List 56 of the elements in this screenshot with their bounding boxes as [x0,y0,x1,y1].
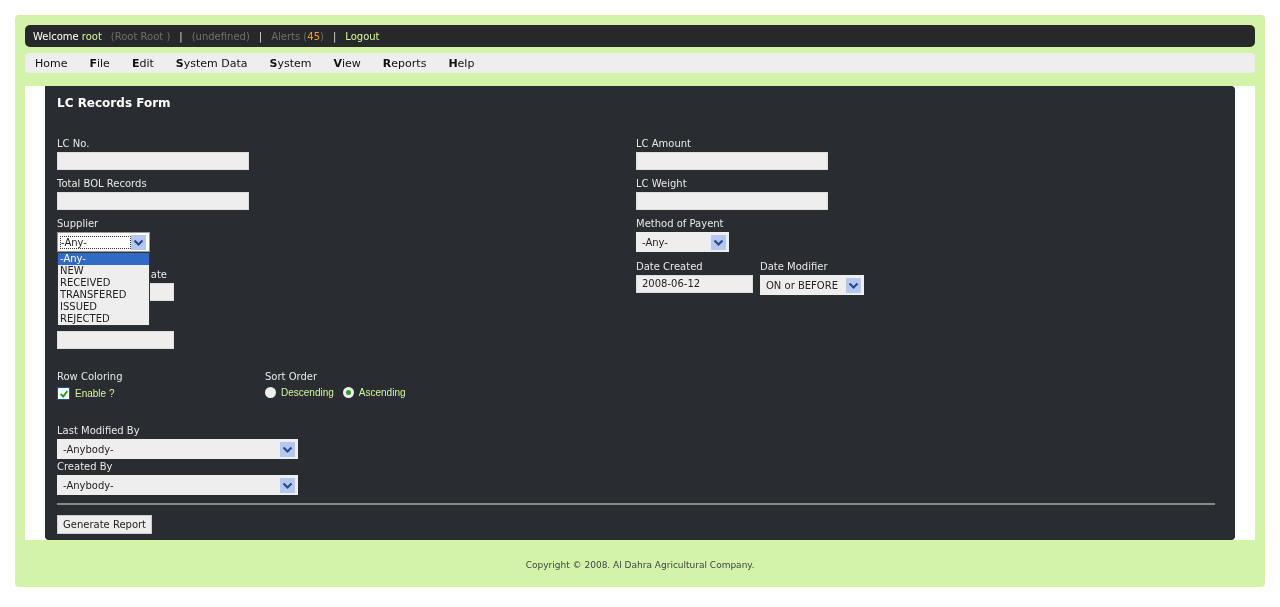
menu-item[interactable]: Reports [382,56,427,70]
checkbox[interactable] [57,387,70,400]
input-field[interactable] [636,152,828,170]
dropdown[interactable]: -Any- [636,232,729,252]
menu-item[interactable]: Edit [131,56,154,70]
menu-item[interactable]: Home [35,56,68,70]
dropdown-option[interactable]: -Any- [58,253,149,265]
field-label: Date Created [636,261,704,274]
separator: | [258,30,263,42]
radio-label: Descending [281,387,334,398]
field-label: LC Weight [636,178,688,191]
field-label: LC No. [57,138,91,151]
dropdown[interactable]: -Anybody- [57,439,298,459]
separator: | [332,30,337,42]
separator: | [179,30,183,42]
menu-item[interactable]: View [333,56,361,70]
input-field[interactable] [57,152,249,170]
menu-item[interactable]: System [269,56,312,70]
dropdown[interactable]: -Any- [57,232,150,252]
logout-link[interactable]: Logout [345,30,380,42]
field-label: Date Modifier [760,261,829,274]
field-label: Row Coloring [57,371,124,384]
input-field[interactable] [57,192,249,210]
input-field[interactable] [57,331,174,349]
dropdown[interactable]: ON or BEFORE [760,275,864,295]
user-name: root [81,30,102,42]
radio-button[interactable] [265,387,276,398]
welcome-text: Welcome [33,30,79,42]
menu-item[interactable]: Help [448,56,475,70]
generate-report-button[interactable]: Generate Report [57,515,153,534]
input-field[interactable]: 2008-06-12 [636,275,753,293]
field-label: Method of Payent [636,218,725,231]
info-text: (Root Root ) [110,30,171,42]
field-label: ate [150,269,167,280]
dropdown-option[interactable]: ISSUED [58,301,149,313]
field-label: Total BOL Records [57,178,148,191]
form-title: LC Records Form [57,96,172,110]
dropdown-option[interactable]: REJECTED [58,313,149,325]
dropdown[interactable]: -Anybody- [57,475,298,495]
alerts-link[interactable]: Alerts (45) [271,30,324,42]
menu-item[interactable]: File [89,56,110,70]
dropdown-option[interactable]: TRANSFERED [58,289,149,301]
info-text: (undefined) [191,30,250,42]
copyright-text: Copyright © 2008. Al Dahra Agricultural Company. [524,560,756,570]
dropdown-option[interactable]: RECEIVED [58,277,149,289]
radio-label: Ascending [358,387,406,398]
field-label: LC Amount [636,138,693,151]
input-field[interactable] [636,192,828,210]
dropdown-option[interactable]: NEW [58,265,149,277]
field-label: Sort Order [265,371,319,384]
menu-item[interactable]: System Data [175,56,248,70]
checkbox-label: Enable ? [75,388,115,399]
field-label: Supplier [57,218,100,231]
field-label: Created By [57,461,114,474]
radio-button[interactable] [342,387,354,398]
field-label: Last Modified By [57,425,141,438]
